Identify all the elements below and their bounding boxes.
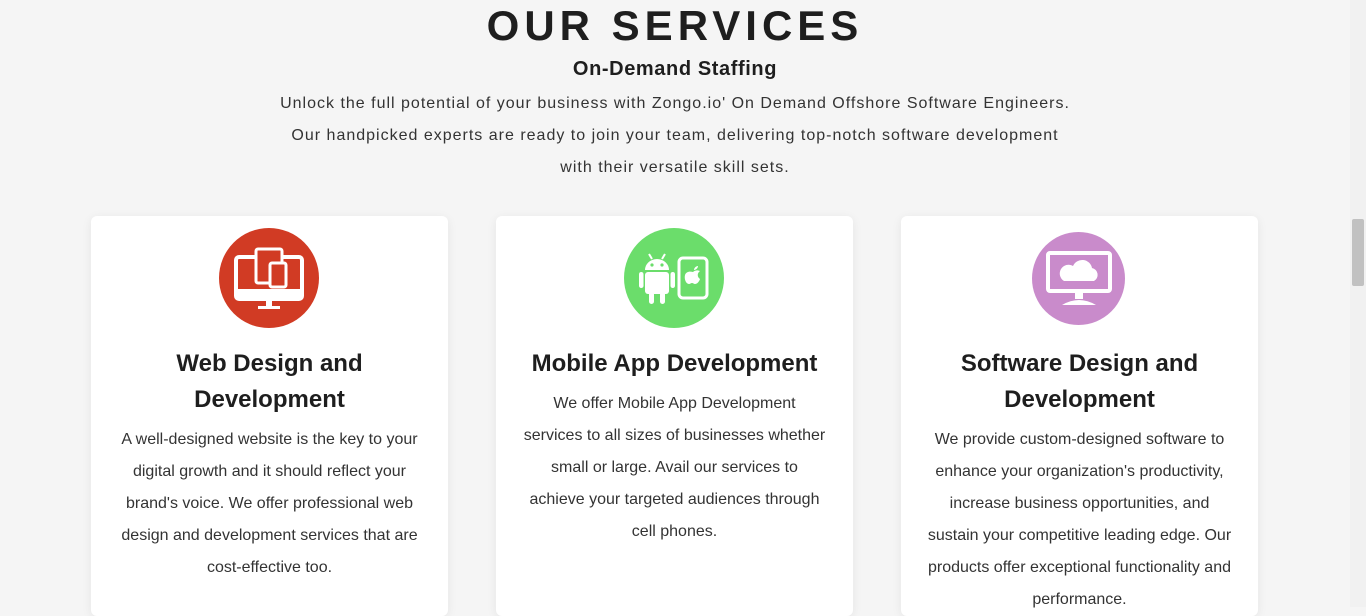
- card-description: We provide custom-designed software to e…: [927, 431, 1232, 608]
- card-title: Mobile App Development: [531, 350, 818, 377]
- card-description: A well-designed website is the key to yo…: [121, 431, 418, 576]
- service-card-web[interactable]: Web Design and Development A well-design…: [91, 216, 448, 616]
- cloud-monitor-icon: [1032, 232, 1125, 325]
- card-title: Web Design and Development: [176, 350, 363, 413]
- service-card-software[interactable]: Software Design and Development We provi…: [901, 216, 1258, 616]
- page-scrollbar[interactable]: [1350, 0, 1366, 607]
- section-title: OUR SERVICES: [486, 2, 864, 49]
- service-card-mobile[interactable]: Mobile App Development We offer Mobile A…: [496, 216, 853, 616]
- devices-icon: [219, 228, 319, 328]
- section-intro: Unlock the full potential of your busine…: [280, 95, 1070, 176]
- android-apple-icon: [624, 228, 724, 328]
- scrollbar-thumb[interactable]: [1352, 219, 1364, 286]
- section-subtitle: On-Demand Staffing: [572, 58, 778, 80]
- services-section: OUR SERVICES On-Demand Staffing Unlock t…: [0, 0, 1350, 616]
- card-description: We offer Mobile App Development services…: [523, 395, 826, 540]
- card-title: Software Design and Development: [960, 350, 1199, 413]
